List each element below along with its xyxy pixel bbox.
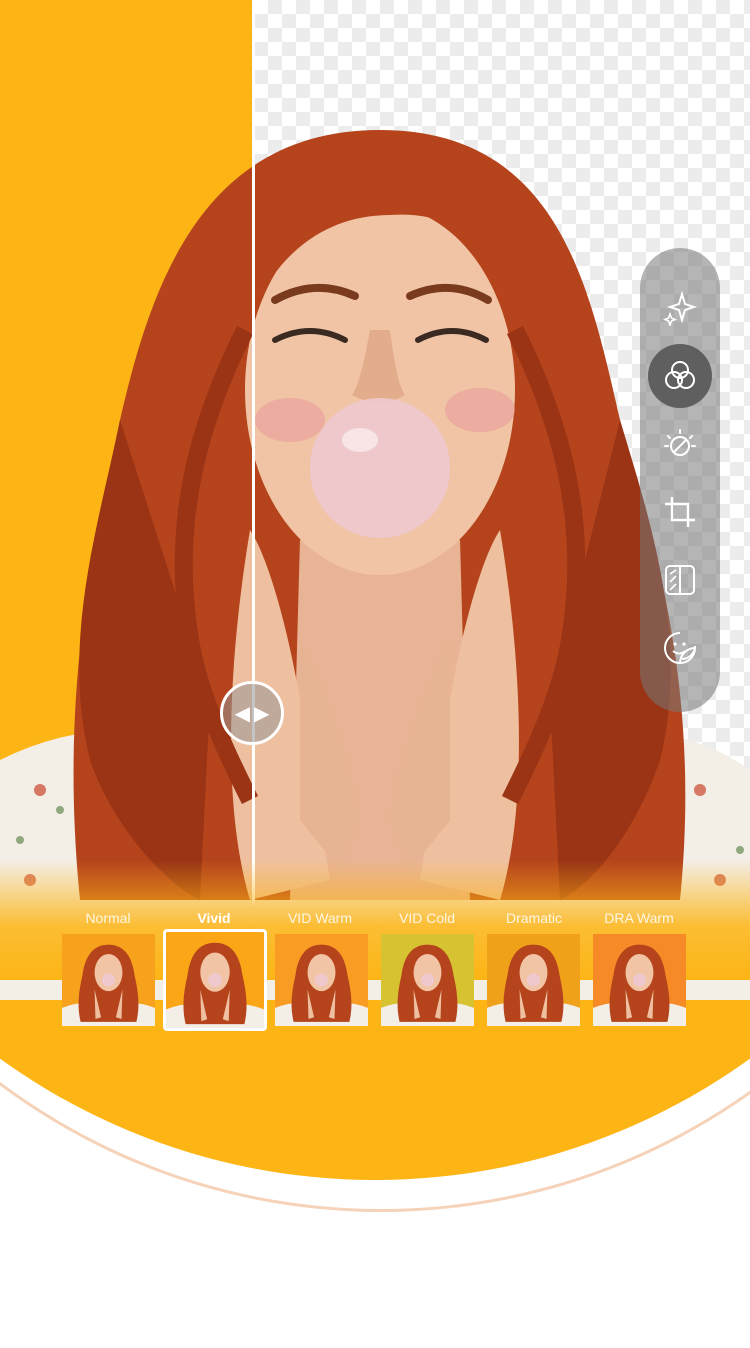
- thumb-portrait: [487, 944, 580, 1026]
- background-tool-button[interactable]: [648, 548, 712, 612]
- compare-divider-line: [252, 0, 255, 905]
- editor-screen: ◀ ▶ Normal Vivid VID Warm VID Cold Dramat…: [0, 0, 750, 1348]
- photo-subject: [0, 130, 750, 1000]
- thumb-portrait: [593, 944, 686, 1026]
- thumb-portrait: [381, 944, 474, 1026]
- filter-thumb-vid-cold[interactable]: [381, 934, 474, 1026]
- thumb-portrait: [62, 944, 155, 1026]
- filter-thumb-dramatic[interactable]: [487, 934, 580, 1026]
- filter-thumb-dra-warm[interactable]: [593, 934, 686, 1026]
- sticker-icon: [664, 632, 696, 664]
- crop-icon: [665, 497, 695, 527]
- sparkle-icon: [662, 290, 698, 326]
- background-swap-icon: [665, 565, 695, 595]
- filter-thumb-normal[interactable]: [62, 934, 155, 1026]
- compare-slider-handle[interactable]: ◀ ▶: [220, 681, 284, 745]
- adjust-tool-button[interactable]: [648, 412, 712, 476]
- filter-label-dramatic: Dramatic: [505, 910, 562, 926]
- filter-label-vivid: Vivid: [197, 910, 231, 926]
- filter-thumb-vid-warm[interactable]: [275, 934, 368, 1026]
- left-arrow-icon: ◀: [234, 702, 250, 725]
- sticker-tool-button[interactable]: [648, 616, 712, 680]
- right-arrow-icon: ▶: [254, 702, 270, 725]
- brightness-icon: [664, 429, 696, 456]
- filter-label-vid-cold: VID Cold: [398, 910, 456, 926]
- magic-tool-button[interactable]: [648, 276, 712, 340]
- tool-rail: [640, 248, 720, 712]
- overlapping-circles-icon: [665, 361, 695, 389]
- filter-thumb-vivid[interactable]: [163, 929, 267, 1031]
- thumb-portrait: [275, 944, 368, 1026]
- thumb-portrait: [166, 942, 264, 1028]
- filter-label-dra-warm: DRA Warm: [604, 910, 674, 926]
- filter-label-normal: Normal: [85, 910, 131, 926]
- crop-tool-button[interactable]: [648, 480, 712, 544]
- filters-tool-button[interactable]: [648, 344, 712, 408]
- filter-label-vid-warm: VID Warm: [287, 910, 353, 926]
